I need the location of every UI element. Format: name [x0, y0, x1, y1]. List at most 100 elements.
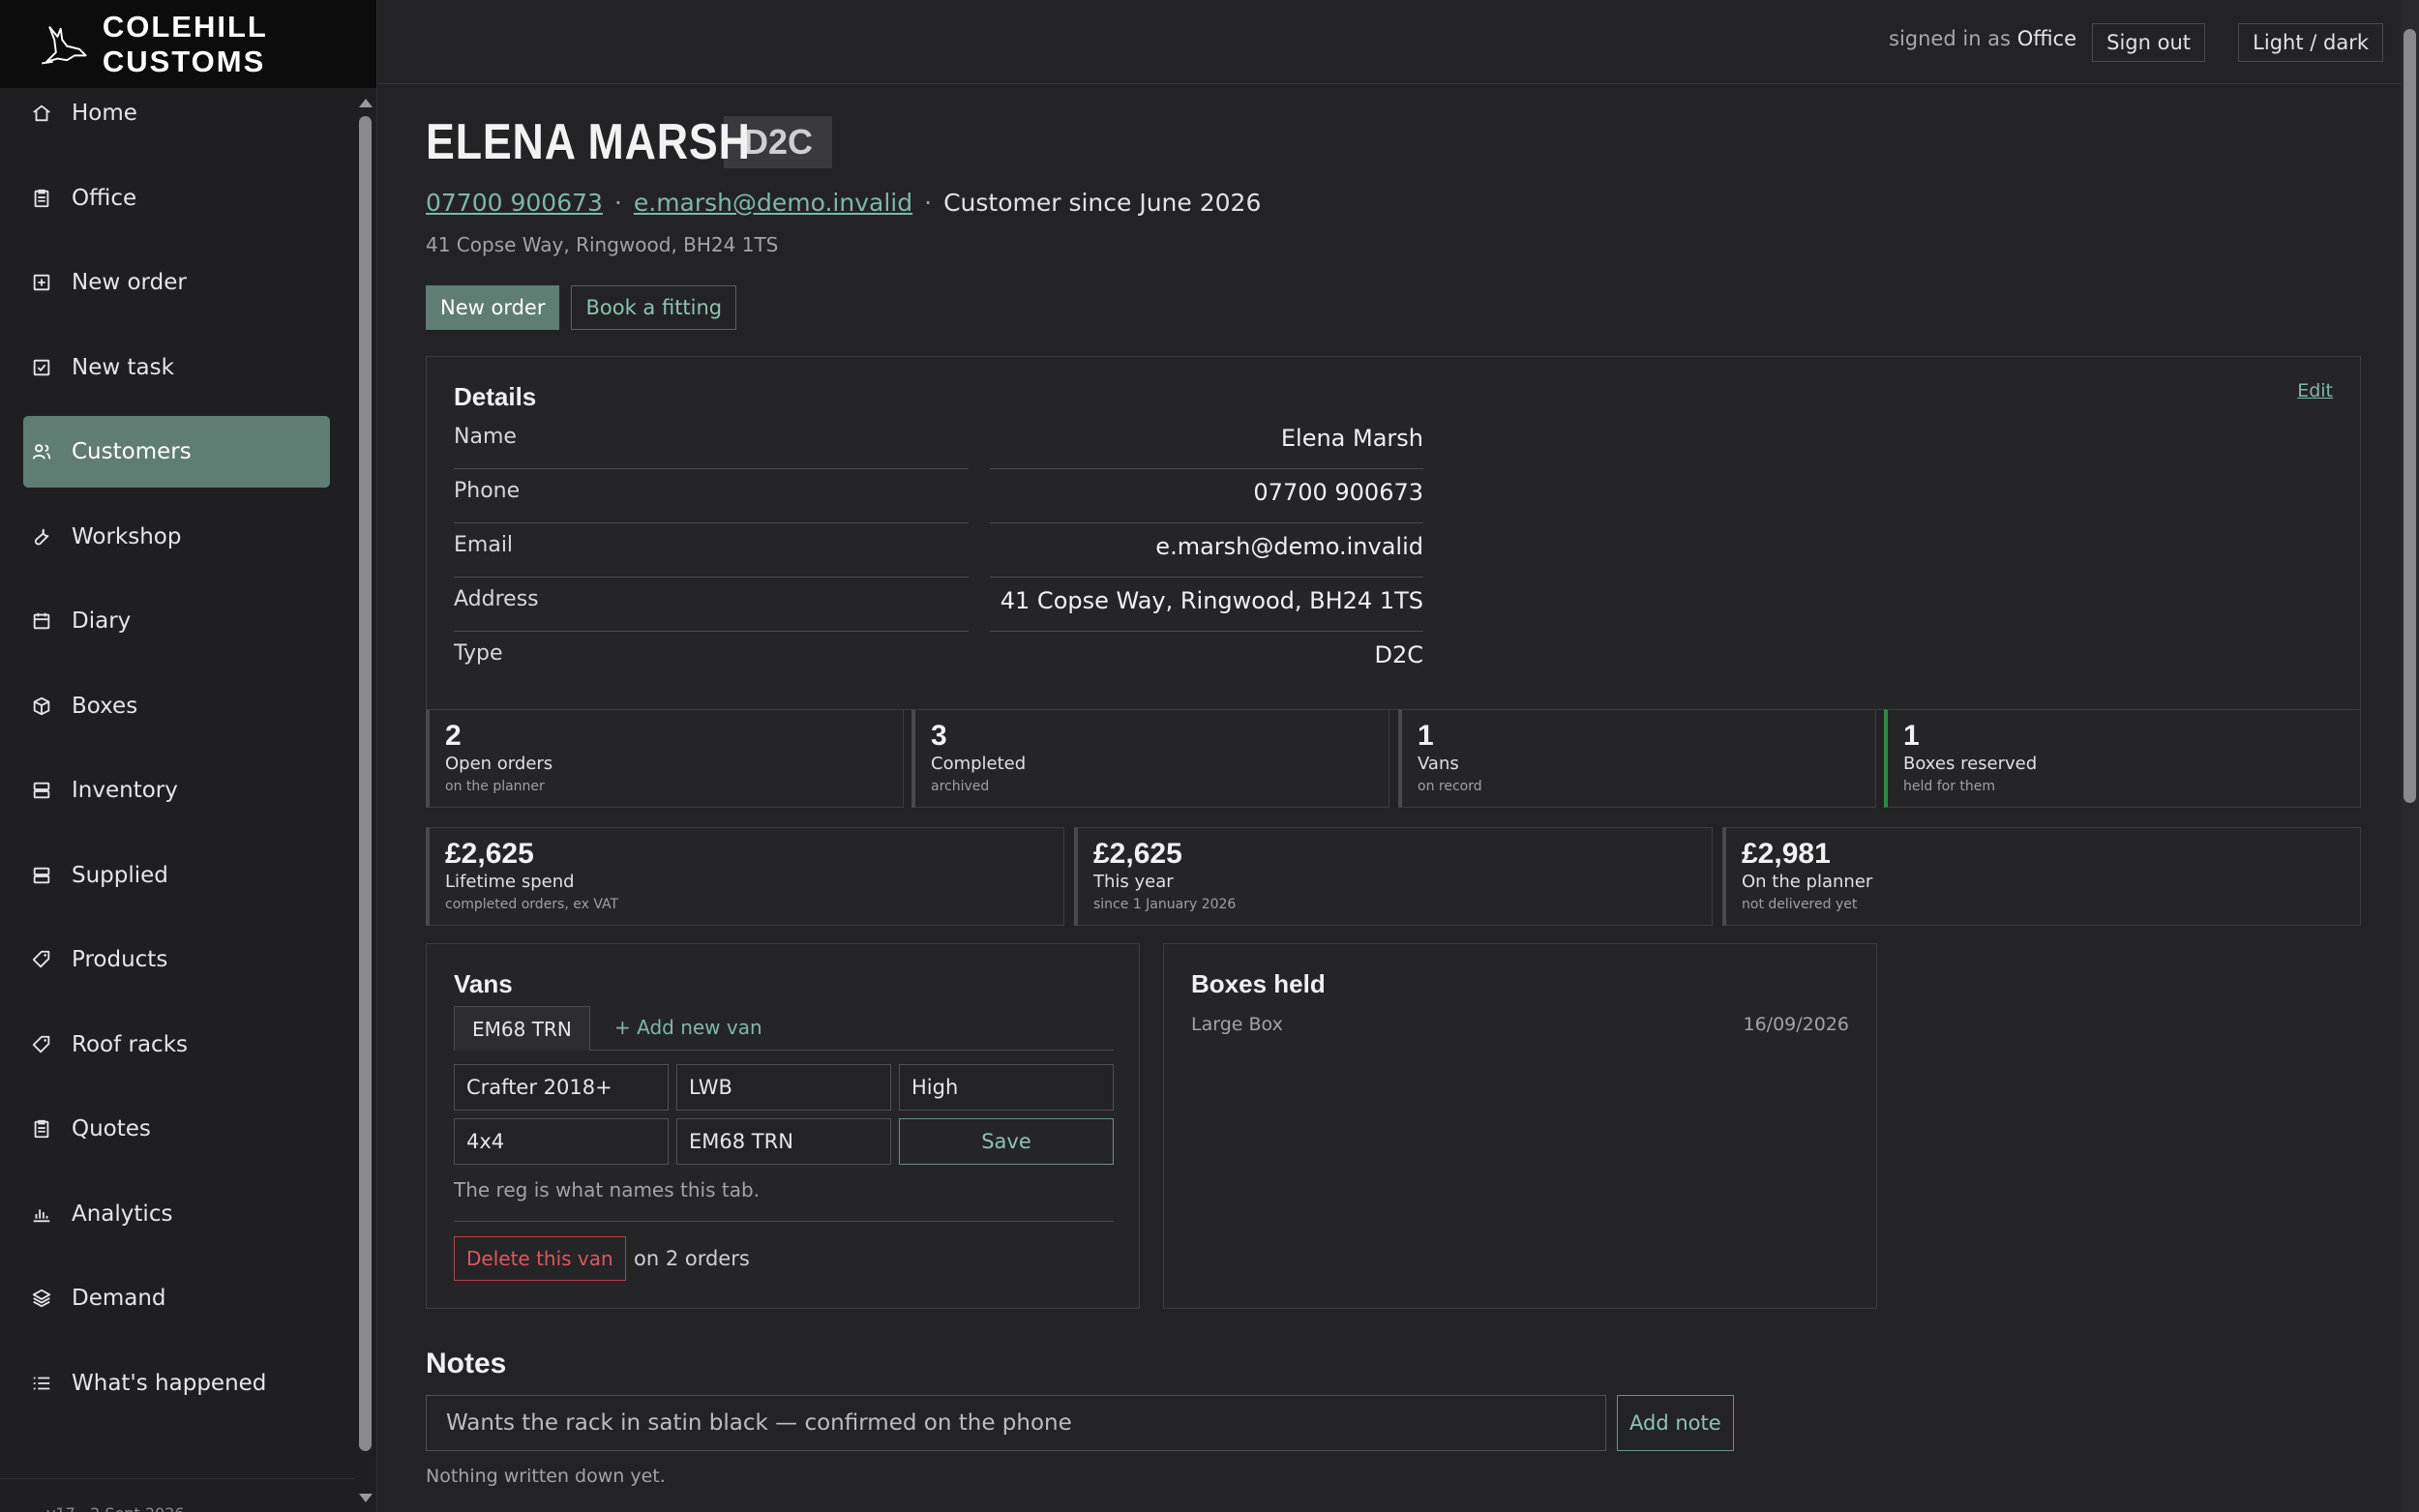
sidebar-item-office[interactable]: Office	[23, 163, 330, 234]
delete-van-button[interactable]: Delete this van	[454, 1236, 626, 1281]
sidebar-item-customers[interactable]: Customers	[23, 416, 330, 488]
signed-in-user: Office	[2016, 27, 2076, 50]
sidebar-item-diary[interactable]: Diary	[23, 585, 330, 657]
wrench-icon	[31, 526, 52, 548]
sidebar-item-label: Home	[72, 101, 137, 126]
main-scrollbar-thumb[interactable]	[2404, 29, 2416, 803]
clipboard-icon	[31, 1118, 52, 1140]
stat-number: £2,625	[445, 838, 534, 870]
sidebar-item-demand[interactable]: Demand	[23, 1262, 330, 1334]
sidebar-item-roof-racks[interactable]: Roof racks	[23, 1009, 330, 1081]
van-tab[interactable]: EM68 TRN	[454, 1006, 590, 1051]
sidebar-item-workshop[interactable]: Workshop	[23, 501, 330, 573]
theme-toggle-button[interactable]: Light / dark	[2238, 23, 2383, 62]
notes-title: Notes	[426, 1348, 507, 1379]
stat-sublabel: since 1 January 2026	[1093, 897, 1237, 912]
stat-number: 1	[1903, 720, 1920, 752]
detail-value-type: D2C	[990, 632, 1423, 686]
sidebar-item-what-s-happened[interactable]: What's happened	[23, 1348, 330, 1419]
detail-value: D2C	[1374, 641, 1423, 668]
sidebar-item-new-task[interactable]: New task	[23, 332, 330, 403]
vans-panel: Vans EM68 TRN + Add new van Save The reg…	[426, 943, 1140, 1309]
book-fitting-button[interactable]: Book a fitting	[571, 285, 737, 330]
customer-name-title: ELENA MARSH	[426, 114, 751, 170]
van-model-field[interactable]	[454, 1064, 669, 1111]
new-order-button[interactable]: New order	[426, 285, 560, 330]
brand[interactable]: COLEHILL CUSTOMS	[0, 0, 376, 88]
stat-sublabel: on record	[1418, 779, 1482, 794]
sidebar-item-label: What's happened	[72, 1370, 267, 1396]
stat-boxes-reserved: 1 Boxes reserved held for them	[1884, 709, 2361, 808]
detail-value: 07700 900673	[1253, 479, 1423, 506]
van-reg-field[interactable]	[676, 1118, 891, 1165]
detail-value-email: e.marsh@demo.invalid	[990, 523, 1423, 578]
sidebar-scrollbar[interactable]	[354, 89, 377, 1512]
title-row: ELENA MARSH D2C	[426, 113, 833, 171]
check-square-icon	[31, 357, 52, 378]
main-scrollbar[interactable]	[2401, 0, 2419, 1512]
box-icon	[31, 696, 52, 717]
stack-icon	[31, 865, 52, 886]
detail-label-type: Type	[454, 632, 969, 686]
stat-sublabel: held for them	[1903, 779, 1996, 794]
detail-label: Type	[454, 641, 503, 666]
stack-icon	[31, 780, 52, 801]
detail-label: Phone	[454, 479, 521, 503]
home-icon	[31, 103, 52, 124]
vans-tab-bar: EM68 TRN + Add new van	[454, 1006, 1114, 1051]
scroll-up-arrow-icon[interactable]	[359, 99, 373, 107]
brand-name: COLEHILL CUSTOMS	[102, 9, 268, 78]
phone-link[interactable]: 07700 900673	[426, 189, 603, 217]
scroll-down-arrow-icon[interactable]	[359, 1494, 373, 1502]
save-van-button[interactable]: Save	[899, 1118, 1114, 1165]
sidebar-item-label: Supplied	[72, 862, 168, 888]
sidebar-item-quotes[interactable]: Quotes	[23, 1093, 330, 1165]
hare-logo-icon	[42, 25, 87, 64]
sidebar-item-analytics[interactable]: Analytics	[23, 1178, 330, 1250]
add-new-van-link[interactable]: + Add new van	[614, 1016, 762, 1039]
stat-completed: 3 Completed archived	[911, 709, 1389, 808]
stat-sublabel: completed orders, ex VAT	[445, 897, 619, 912]
separator-dot: ·	[613, 189, 622, 217]
vans-title: Vans	[454, 969, 513, 998]
stat-number: £2,981	[1742, 838, 1831, 870]
stat-number: 1	[1418, 720, 1434, 752]
sidebar-item-label: Analytics	[72, 1201, 173, 1227]
stat-sublabel: on the planner	[445, 779, 545, 794]
van-length-field[interactable]	[676, 1064, 891, 1111]
van-roof-field[interactable]	[899, 1064, 1114, 1111]
sign-out-button[interactable]: Sign out	[2092, 23, 2205, 62]
customer-address: 41 Copse Way, Ringwood, BH24 1TS	[426, 233, 779, 256]
sidebar-item-supplied[interactable]: Supplied	[23, 840, 330, 911]
sidebar-item-products[interactable]: Products	[23, 924, 330, 995]
van-drive-field[interactable]	[454, 1118, 669, 1165]
sidebar-item-boxes[interactable]: Boxes	[23, 670, 330, 742]
detail-value: 41 Copse Way, Ringwood, BH24 1TS	[1000, 587, 1423, 614]
calendar-icon	[31, 610, 52, 632]
tag-icon	[31, 1034, 52, 1055]
details-title: Details	[454, 382, 537, 411]
sidebar-item-label: Diary	[72, 608, 132, 634]
scrollbar-thumb[interactable]	[359, 116, 372, 1451]
stat-number: 3	[931, 720, 947, 752]
edit-details-link[interactable]: Edit	[2297, 380, 2333, 401]
sidebar-item-label: Products	[72, 947, 168, 972]
detail-value-name: Elena Marsh	[990, 415, 1423, 469]
detail-value-phone: 07700 900673	[990, 469, 1423, 523]
sidebar-item-label: New task	[72, 354, 174, 380]
sidebar-item-label: Quotes	[72, 1116, 151, 1141]
clipboard-icon	[31, 188, 52, 209]
sidebar-item-inventory[interactable]: Inventory	[23, 755, 330, 826]
delete-van-note: on 2 orders	[634, 1247, 750, 1270]
sidebar-item-label: Boxes	[72, 693, 138, 719]
sidebar-item-label: Office	[72, 185, 137, 211]
separator-dot: ·	[924, 189, 933, 217]
plus-square-icon	[31, 272, 52, 293]
email-link[interactable]: e.marsh@demo.invalid	[634, 189, 912, 217]
sidebar-item-new-order[interactable]: New order	[23, 247, 330, 318]
topbar: signed in as Office Sign out Light / dar…	[378, 0, 2401, 84]
sidebar-item-home[interactable]: Home	[23, 77, 330, 149]
add-note-button[interactable]: Add note	[1617, 1395, 1734, 1451]
note-input[interactable]	[426, 1395, 1606, 1451]
detail-label: Email	[454, 533, 514, 557]
